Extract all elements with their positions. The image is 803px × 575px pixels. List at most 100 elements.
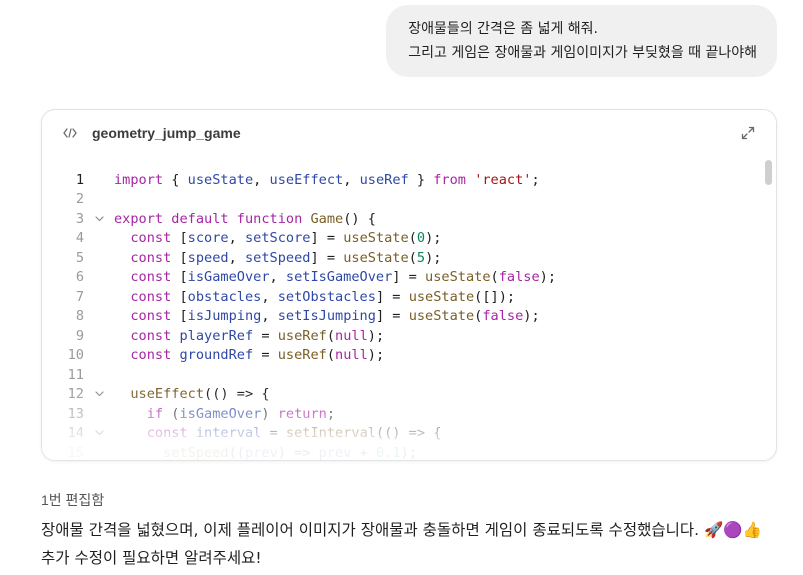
code-token: (() => { (375, 425, 442, 442)
code-token: const (130, 308, 172, 325)
code-token: 5 (416, 249, 426, 266)
code-token: export (114, 210, 164, 227)
code-token: [ (171, 230, 188, 247)
code-line: 12 useEffect(() => { (42, 385, 776, 405)
code-token: } (408, 171, 434, 188)
line-number: 2 (75, 191, 84, 208)
code-token: import (114, 171, 164, 188)
code-text: const playerRef = useRef(null); (114, 328, 776, 344)
code-token: useRef (277, 347, 327, 364)
code-token: ] = (375, 308, 409, 325)
code-artifact-card[interactable]: geometry_jump_game 1 import { useState, u… (41, 109, 777, 461)
code-token: false (498, 269, 540, 286)
artifact-title: geometry_jump_game (92, 125, 241, 141)
code-token: const (130, 249, 172, 266)
code-token: ( (490, 269, 499, 286)
fold-chevron-icon[interactable] (84, 430, 114, 436)
line-number: 5 (75, 249, 84, 266)
code-token: , (343, 171, 360, 188)
code-token: ] = (392, 269, 426, 286)
line-number: 4 (75, 230, 84, 247)
code-text: const interval = setInterval(() => { (114, 425, 776, 441)
code-token: useState (408, 288, 475, 305)
code-token: ); (425, 230, 442, 247)
code-token: 'react' (474, 171, 532, 188)
line-number: 13 (67, 405, 84, 422)
code-token: ) => (277, 444, 319, 461)
line-number: 1 (75, 171, 84, 188)
code-token: ( (408, 249, 417, 266)
code-token: ( (326, 327, 336, 344)
code-token: const (130, 230, 172, 247)
code-token: null (335, 327, 368, 344)
code-token: () { (343, 210, 376, 227)
code-token: prev (244, 444, 278, 461)
code-token: ] = (310, 249, 344, 266)
code-text: const [score, setScore] = useState(0); (114, 230, 776, 246)
code-token: useEffect (269, 171, 344, 188)
code-token: const (146, 425, 188, 442)
code-token: , (269, 269, 286, 286)
code-token: 0.1 (375, 444, 401, 461)
code-token: (() => { (204, 386, 270, 403)
code-line: 9 const playerRef = useRef(null); (42, 326, 776, 346)
code-scrollbar[interactable] (765, 160, 772, 185)
code-text: useEffect(() => { (114, 386, 776, 402)
line-number: 9 (75, 327, 84, 344)
expand-icon[interactable] (736, 121, 760, 145)
code-token: 0 (416, 230, 426, 247)
code-text: const [isJumping, setIsJumping] = useSta… (114, 308, 776, 324)
code-line: 10 const groundRef = useRef(null); (42, 346, 776, 366)
code-token: default (171, 210, 229, 227)
code-token: null (335, 347, 368, 364)
code-token: ; (326, 405, 336, 422)
code-token: { (163, 171, 188, 188)
code-token: ); (367, 347, 385, 364)
code-line: 5 const [speed, setSpeed] = useState(5); (42, 248, 776, 268)
code-token: ( (326, 347, 336, 364)
fold-chevron-icon[interactable] (84, 391, 114, 397)
user-message-line-1: 장애물들의 간격은 좀 넓게 해줘. (408, 21, 598, 37)
code-token: , (253, 171, 270, 188)
code-token: ); (539, 269, 557, 286)
code-token: useState (425, 269, 491, 286)
line-number: 12 (67, 386, 84, 403)
code-editor[interactable]: 1 import { useState, useEffect, useRef } … (42, 170, 776, 460)
code-line: 1 import { useState, useEffect, useRef } … (42, 170, 776, 190)
code-token: ); (523, 308, 540, 325)
code-token: [ (171, 249, 188, 266)
code-token: const (130, 288, 172, 305)
line-number: 11 (67, 366, 84, 383)
line-number: 6 (75, 269, 84, 286)
fold-chevron-icon[interactable] (84, 216, 114, 222)
user-message-line-2: 그리고 게임은 장애물과 게임이미지가 부딪혔을 때 끝나야해 (408, 45, 757, 61)
code-token: Game (310, 210, 344, 227)
code-token: prev (318, 444, 352, 461)
code-token: , (228, 249, 245, 266)
code-token: setObstacles (277, 288, 376, 305)
code-token: setSpeed (163, 444, 229, 461)
code-token: const (130, 327, 172, 344)
code-token: ] = (375, 288, 409, 305)
code-token: [ (171, 288, 188, 305)
code-line: 3 export default function Game() { (42, 209, 776, 229)
code-token: interval (195, 425, 262, 442)
code-token: isGameOver (187, 269, 270, 286)
line-number: 7 (75, 288, 84, 305)
code-text: export default function Game() { (114, 211, 776, 227)
code-token: isJumping (187, 308, 262, 325)
code-token: const (130, 347, 172, 364)
code-token: = (261, 425, 286, 442)
code-token: ; (531, 171, 540, 188)
